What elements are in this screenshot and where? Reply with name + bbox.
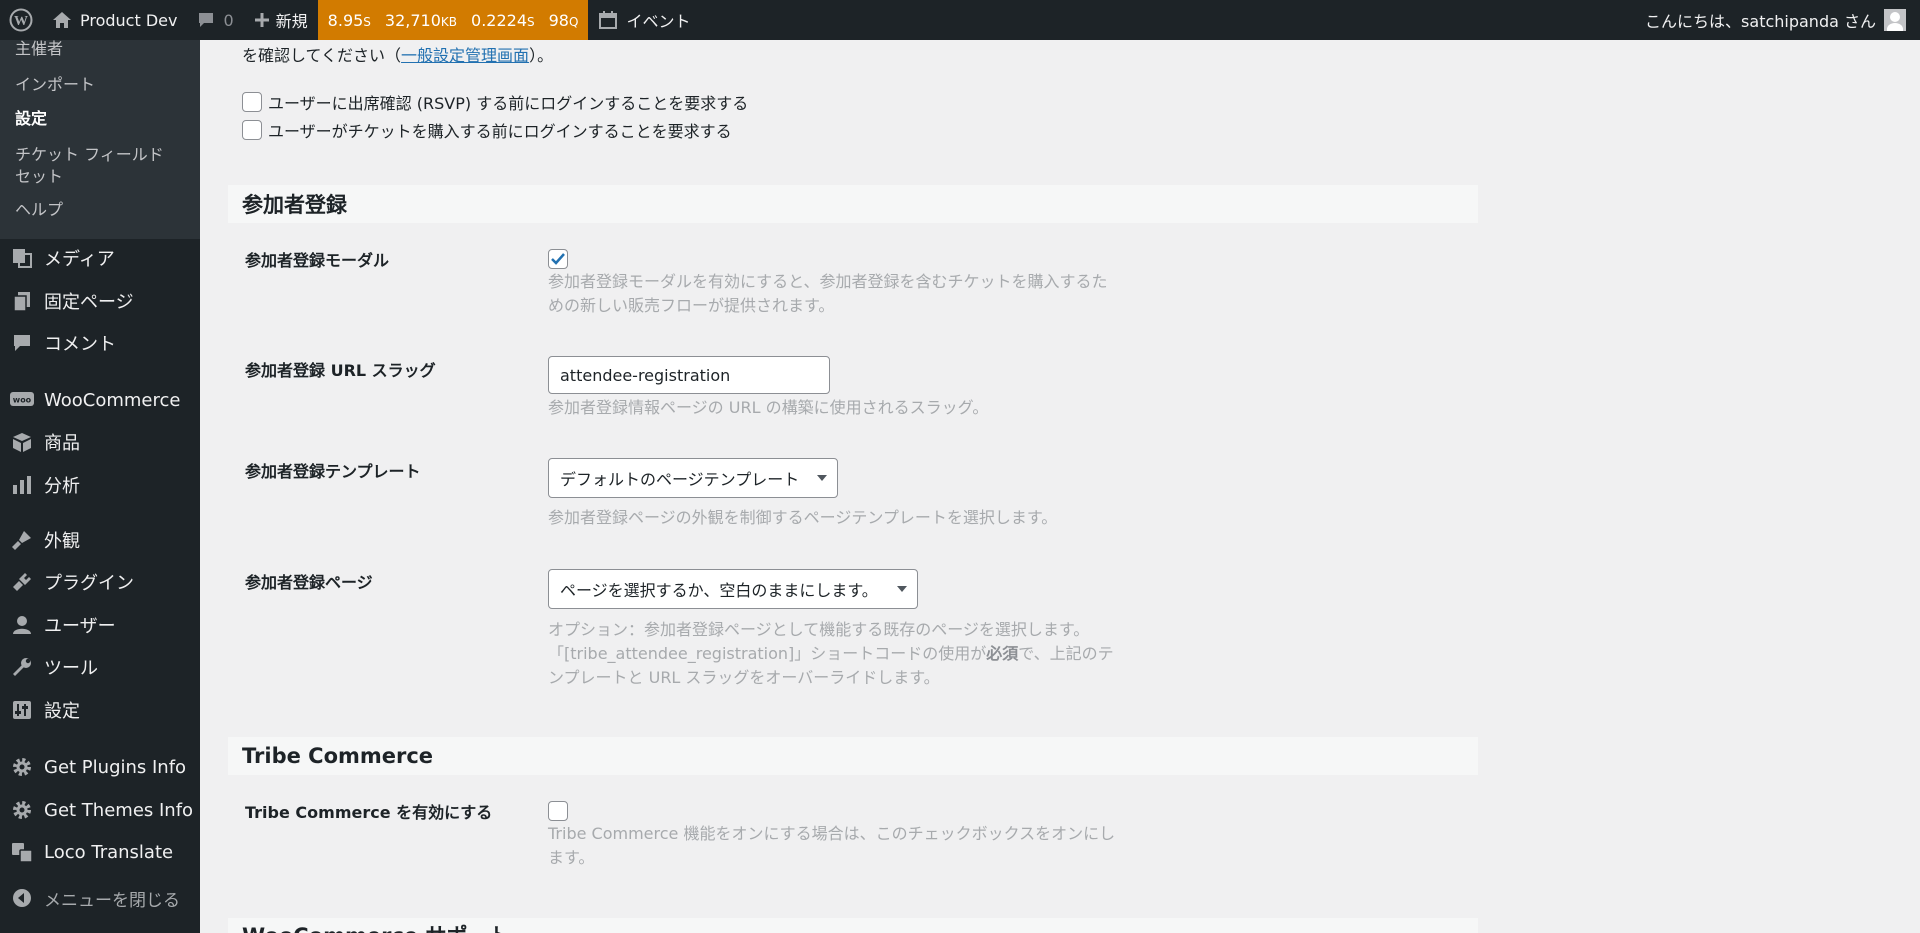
tribe-commerce-enable-label: Tribe Commerce を有効にする [245,803,493,822]
home-icon [53,12,71,28]
new-content-link[interactable]: 新規 [244,0,318,40]
comments-icon [0,332,44,354]
perf-queries: 98Q [548,10,579,30]
wordpress-logo-icon[interactable]: W [0,0,42,40]
translate-icon [0,841,44,863]
tribe-commerce-enable-description: Tribe Commerce 機能をオンにする場合は、このチェックボックスをオン… [548,824,1116,867]
users-icon [0,614,44,636]
login-ticket-checkbox[interactable] [242,120,262,140]
menu-item-products[interactable]: 商品 [0,423,200,461]
events-submenu: 主催者 インポート 設定 チケット フィールドセット ヘルプ [0,38,200,239]
login-rsvp-checkbox[interactable] [242,92,262,112]
attendee-slug-description: 参加者登録情報ページの URL の構築に使用されるスラッグ。 [548,398,989,417]
svg-text:W: W [14,14,28,29]
comment-bubble-icon [199,13,214,27]
login-ticket-option[interactable]: ユーザーがチケットを購入する前にログインすることを要求する [242,118,732,142]
chevron-down-icon [897,586,907,592]
attendee-modal-checkbox[interactable] [548,249,568,269]
menu-item-pages[interactable]: 固定ページ [0,282,200,320]
perf-time: 8.95S [327,10,371,30]
attendee-slug-input[interactable]: attendee-registration [548,356,830,394]
menu-item-woocommerce[interactable]: woo WooCommerce [0,381,200,419]
events-link[interactable]: イベント [588,0,700,40]
menu-item-comments[interactable]: コメント [0,324,200,362]
general-settings-link[interactable]: 一般設定管理画面 [401,46,529,65]
submenu-item-help[interactable]: ヘルプ [0,199,78,221]
attendee-page-label: 参加者登録ページ [245,573,373,592]
comments-link[interactable]: 0 [187,0,243,40]
comments-count: 0 [223,10,234,30]
attendee-page-select[interactable]: ページを選択するか、空白のままにします。 [548,569,918,609]
events-label: イベント [626,12,691,31]
svg-text:woo: woo [13,396,32,405]
products-icon [0,431,44,453]
perf-query-time: 0.2224S [471,10,535,30]
analytics-icon [0,474,44,496]
menu-item-appearance[interactable]: 外観 [0,521,200,559]
menu-item-plugins[interactable]: プラグイン [0,563,200,601]
attendee-slug-label: 参加者登録 URL スラッグ [245,361,436,380]
attendee-page-description: オプション：参加者登録ページとして機能する既存のページを選択します。「[trib… [548,620,1114,687]
tribe-commerce-enable-checkbox[interactable] [548,801,568,821]
chevron-down-icon [817,475,827,481]
menu-item-get-themes-info[interactable]: Get Themes Info [0,791,200,829]
tools-icon [0,656,44,678]
submenu-item-ticket-fieldsets[interactable]: チケット フィールドセット [0,144,190,188]
woocommerce-icon: woo [0,390,44,410]
site-name: Product Dev [80,10,178,30]
site-name-link[interactable]: Product Dev [42,0,187,40]
collapse-menu-button[interactable]: メニューを閉じる [0,879,200,917]
pages-icon [0,290,44,312]
menu-item-analytics[interactable]: 分析 [0,466,200,504]
gear-icon [0,799,44,821]
attendee-modal-description: 参加者登録モーダルを有効にすると、参加者登録を含むチケットを購入するための新しい… [548,272,1108,315]
attendee-template-label: 参加者登録テンプレート [245,462,421,481]
menu-item-loco-translate[interactable]: Loco Translate [0,833,200,871]
plugins-icon [0,571,44,593]
submenu-item-import[interactable]: インポート [0,74,110,96]
collapse-arrow-icon [0,888,44,908]
my-account[interactable]: こんにちは、satchipanda さん [1645,0,1920,40]
attendee-template-select[interactable]: デフォルトのページテンプレート [548,458,838,498]
menu-item-get-plugins-info[interactable]: Get Plugins Info [0,748,200,786]
menu-item-tools[interactable]: ツール [0,648,200,686]
attendee-modal-label: 参加者登録モーダル [245,251,390,270]
query-monitor-stats[interactable]: 8.95S 32,710KB 0.2224S 98Q [317,0,589,40]
submenu-item-organizers[interactable]: 主催者 [0,38,78,60]
perf-memory: 32,710KB [384,10,458,30]
checkmark-icon [551,253,565,265]
calendar-icon [599,11,618,29]
avatar [1884,9,1906,31]
plus-icon [254,13,269,27]
settings-icon [0,699,44,721]
menu-item-users[interactable]: ユーザー [0,606,200,644]
settings-content: を確認してください（一般設定管理画面）。 ユーザーに出席確認 (RSVP) する… [200,40,1920,933]
appearance-icon [0,529,44,551]
menu-item-settings[interactable]: 設定 [0,691,200,729]
submenu-item-settings[interactable]: 設定 [0,108,62,130]
admin-sidebar: 主催者 インポート 設定 チケット フィールドセット ヘルプ メディア 固定ペー… [0,38,200,933]
admin-bar: W Product Dev 0 新規 8.95S 32,710KB 0.2224… [0,0,1920,40]
login-rsvp-option[interactable]: ユーザーに出席確認 (RSVP) する前にログインすることを要求する [242,90,748,114]
attendee-registration-heading: 参加者登録 [228,185,1478,223]
new-label: 新規 [275,12,308,31]
top-note: を確認してください（一般設定管理画面）。 [242,46,554,65]
menu-item-media[interactable]: メディア [0,239,200,277]
gear-icon [0,756,44,778]
tribe-commerce-heading: Tribe Commerce [228,737,1478,775]
attendee-template-description: 参加者登録ページの外観を制御するページテンプレートを選択します。 [548,508,1058,527]
greeting: こんにちは、satchipanda さん [1645,12,1876,31]
media-icon [0,247,44,269]
woocommerce-support-heading: WooCommerce サポート [228,918,1478,933]
